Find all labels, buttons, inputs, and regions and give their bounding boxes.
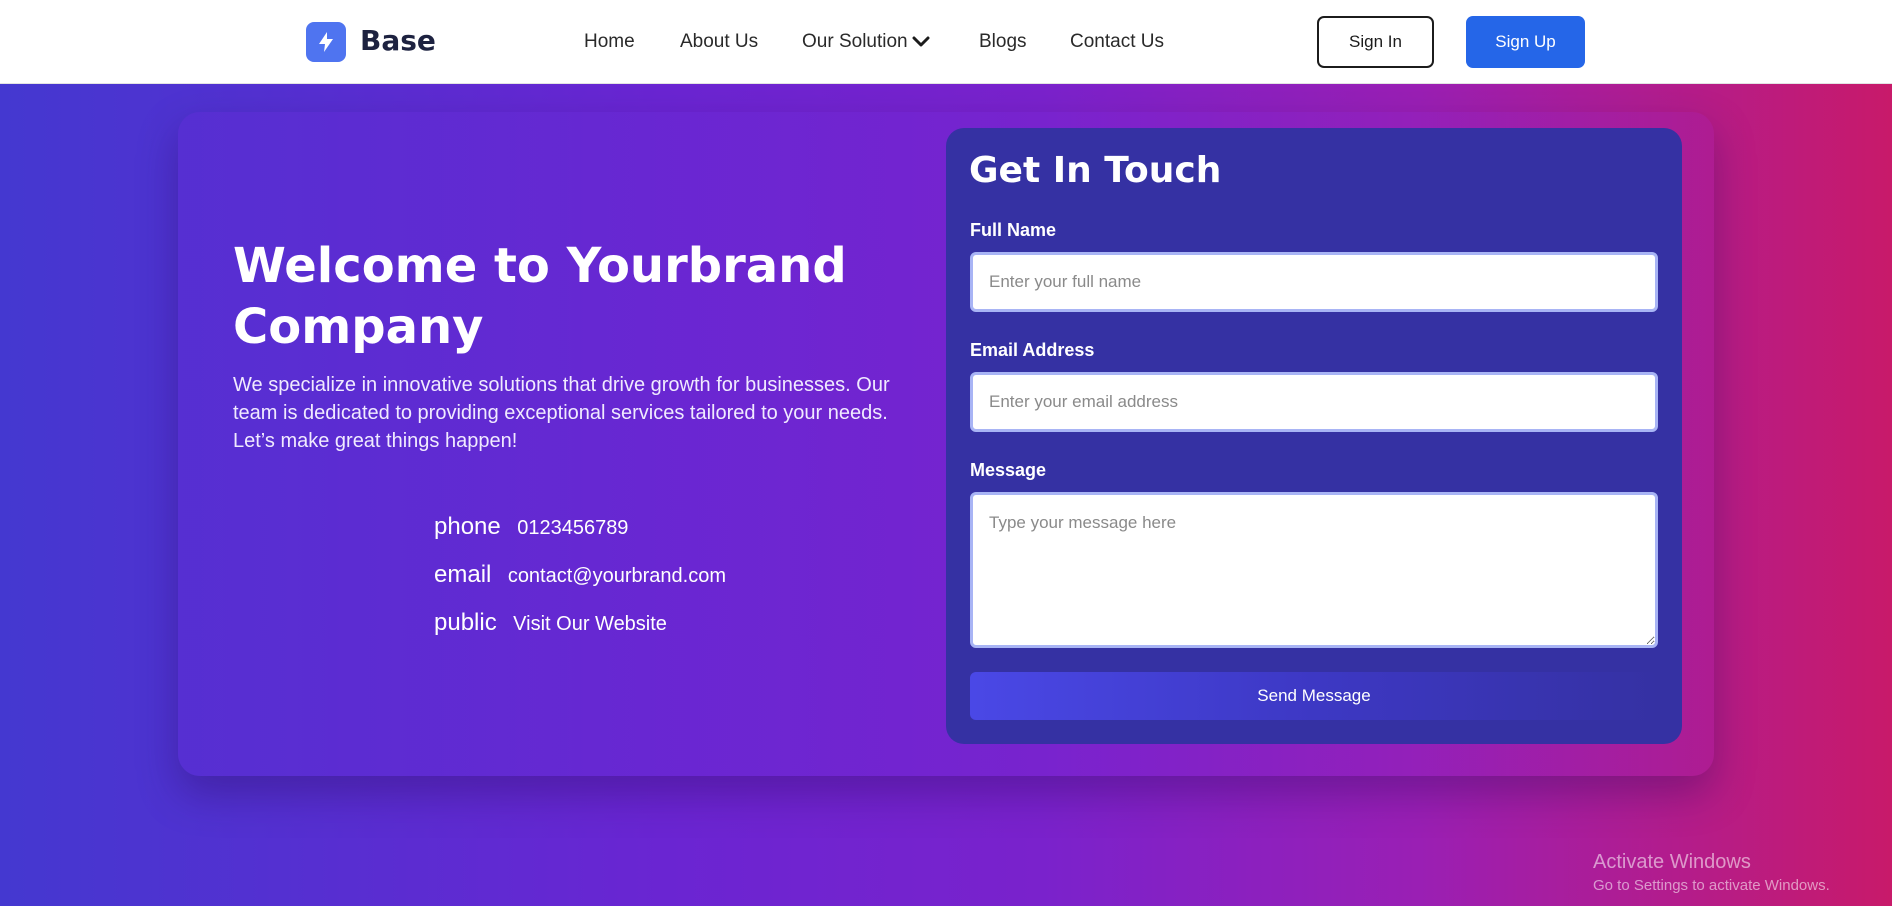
email-value[interactable]: contact@yourbrand.com [508, 565, 726, 587]
phone-value: 0123456789 [517, 517, 629, 539]
chevron-down-icon[interactable] [912, 36, 930, 48]
watermark-subtitle: Go to Settings to activate Windows. [1593, 877, 1830, 894]
full-name-input[interactable] [970, 252, 1658, 312]
navbar: Base Home About Us Our Solution Blogs Co… [0, 0, 1892, 84]
brand-name[interactable]: Base [360, 24, 436, 57]
email-icon: email [434, 561, 492, 588]
contact-info-website: public Visit Our Website [434, 609, 667, 637]
sign-up-button[interactable]: Sign Up [1466, 16, 1585, 68]
phone-icon: phone [434, 513, 501, 540]
lightning-bolt-icon [319, 32, 333, 52]
public-icon: public [434, 609, 497, 636]
hero-title-line-1: Welcome to Yourbrand [233, 238, 847, 294]
nav-link-our-solution[interactable]: Our Solution [802, 31, 908, 53]
nav-link-blogs[interactable]: Blogs [979, 31, 1027, 53]
hero-title-line-2: Company [233, 299, 484, 355]
activate-windows-watermark: Activate Windows Go to Settings to activ… [1593, 851, 1830, 894]
email-input[interactable] [970, 372, 1658, 432]
hero-description: We specialize in innovative solutions th… [233, 374, 890, 452]
full-name-label: Full Name [970, 220, 1057, 240]
hero-title: Welcome to Yourbrand Company [233, 236, 873, 358]
message-label: Message [970, 460, 1047, 480]
message-textarea[interactable] [970, 492, 1658, 648]
email-label: Email Address [970, 340, 1095, 360]
nav-link-contact-us[interactable]: Contact Us [1070, 31, 1164, 53]
send-message-button[interactable]: Send Message [970, 672, 1658, 720]
nav-link-about-us[interactable]: About Us [680, 31, 758, 53]
form-title: Get In Touch [969, 150, 1222, 191]
contact-info-email: email contact@yourbrand.com [434, 561, 726, 589]
website-link[interactable]: Visit Our Website [513, 613, 667, 635]
contact-info-phone: phone 0123456789 [434, 513, 628, 541]
logo-icon[interactable] [306, 22, 346, 62]
watermark-title: Activate Windows [1593, 851, 1751, 873]
nav-link-home[interactable]: Home [584, 31, 635, 53]
sign-in-button[interactable]: Sign In [1317, 16, 1434, 68]
contact-form-panel [946, 128, 1682, 744]
